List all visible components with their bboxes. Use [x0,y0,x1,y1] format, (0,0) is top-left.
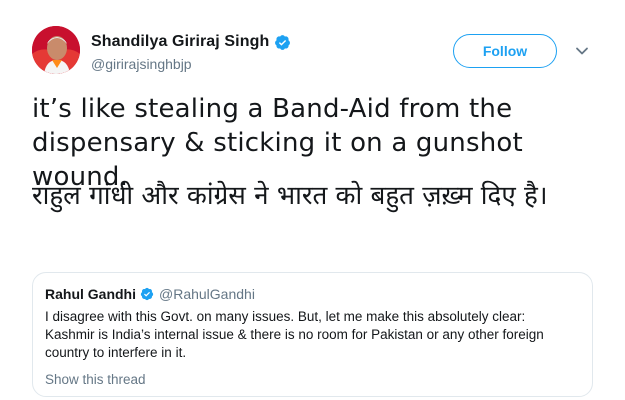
show-thread-link[interactable]: Show this thread [45,372,146,387]
chevron-down-icon[interactable] [575,44,589,58]
quoted-tweet-header: Rahul Gandhi @RahulGandhi [45,285,580,303]
quoted-tweet[interactable]: Rahul Gandhi @RahulGandhi I disagree wit… [32,272,593,397]
quoted-author-handle: @RahulGandhi [159,286,255,302]
author-handle[interactable]: @girirajsinghbjp [91,56,291,72]
tweet-text-english: it’s like stealing a Band-Aid from the d… [32,94,523,192]
author-block: Shandilya Giriraj Singh @girirajsinghbjp [91,31,291,72]
author-name[interactable]: Shandilya Giriraj Singh [91,33,269,51]
tweet-text-hindi: राहुल गांधी और कांग्रेस ने भारत को बहुत … [32,181,548,211]
tweet-card: Shandilya Giriraj Singh @girirajsinghbjp… [0,0,625,400]
verified-badge-icon [275,34,291,50]
follow-button[interactable]: Follow [453,34,557,68]
quoted-verified-badge-icon [140,287,154,301]
quoted-tweet-text: I disagree with this Govt. on many issue… [45,309,544,360]
avatar[interactable] [32,26,80,74]
author-name-row: Shandilya Giriraj Singh [91,31,291,53]
avatar-image [32,26,80,74]
quoted-author-name: Rahul Gandhi [45,286,136,302]
